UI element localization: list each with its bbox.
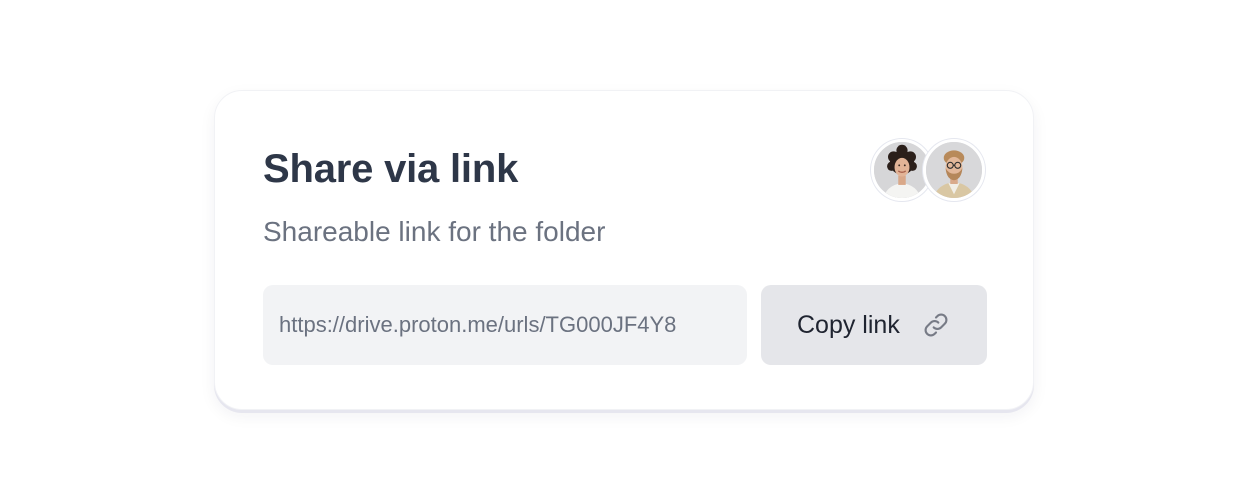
share-link-field[interactable]: https://drive.proton.me/urls/TG000JF4Y8: [263, 285, 747, 365]
link-icon: [922, 311, 950, 339]
share-card: Share via link Shareable link for the fo…: [214, 90, 1034, 410]
card-subtitle: Shareable link for the folder: [263, 216, 606, 247]
avatar-man-icon[interactable]: [923, 139, 985, 201]
copy-link-label: Copy link: [797, 311, 900, 339]
copy-link-button[interactable]: Copy link: [761, 285, 987, 365]
card-title: Share via link: [263, 147, 519, 191]
shared-users-avatars[interactable]: [871, 139, 991, 201]
